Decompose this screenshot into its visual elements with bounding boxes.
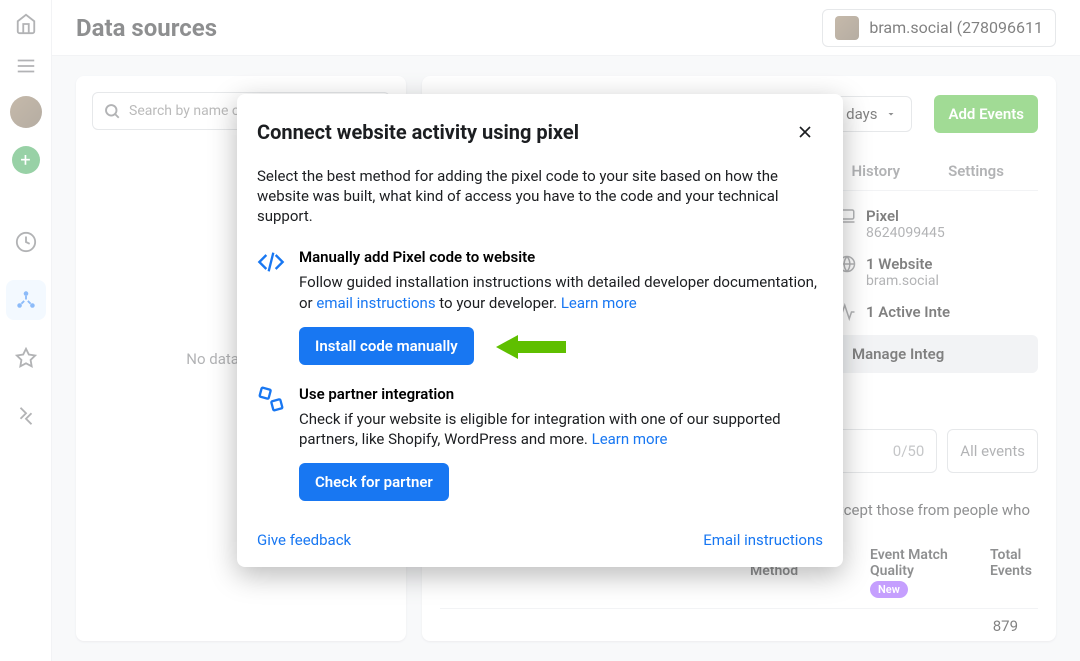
partner-option-desc: Check if your website is eligible for in… (299, 409, 823, 450)
partner-option-title: Use partner integration (299, 385, 823, 403)
modal-title: Connect website activity using pixel (257, 120, 579, 144)
manual-option-desc: Follow guided installation instructions … (299, 272, 823, 313)
install-manually-button[interactable]: Install code manually (299, 327, 474, 365)
arrow-annotation (496, 331, 566, 363)
modal-overlay: Connect website activity using pixel Sel… (0, 0, 1080, 661)
modal-header: Connect website activity using pixel (237, 94, 843, 160)
partner-icon (257, 385, 285, 502)
check-partner-button[interactable]: Check for partner (299, 463, 449, 501)
give-feedback-link[interactable]: Give feedback (257, 531, 351, 549)
manual-option-title: Manually add Pixel code to website (299, 248, 823, 266)
learn-more-link[interactable]: Learn more (561, 294, 637, 312)
email-instructions-link[interactable]: email instructions (316, 294, 435, 312)
code-icon (257, 248, 285, 365)
modal-body: Select the best method for adding the pi… (237, 160, 843, 568)
connect-pixel-modal: Connect website activity using pixel Sel… (237, 94, 843, 568)
learn-more-link-2[interactable]: Learn more (592, 430, 668, 448)
modal-footer: Give feedback Email instructions (257, 515, 823, 549)
partner-option: Use partner integration Check if your we… (257, 385, 823, 502)
close-button[interactable] (787, 114, 823, 150)
manual-option: Manually add Pixel code to website Follo… (257, 248, 823, 365)
email-instructions-footer-link[interactable]: Email instructions (703, 531, 823, 549)
close-icon (795, 122, 815, 142)
modal-description: Select the best method for adding the pi… (257, 166, 823, 227)
